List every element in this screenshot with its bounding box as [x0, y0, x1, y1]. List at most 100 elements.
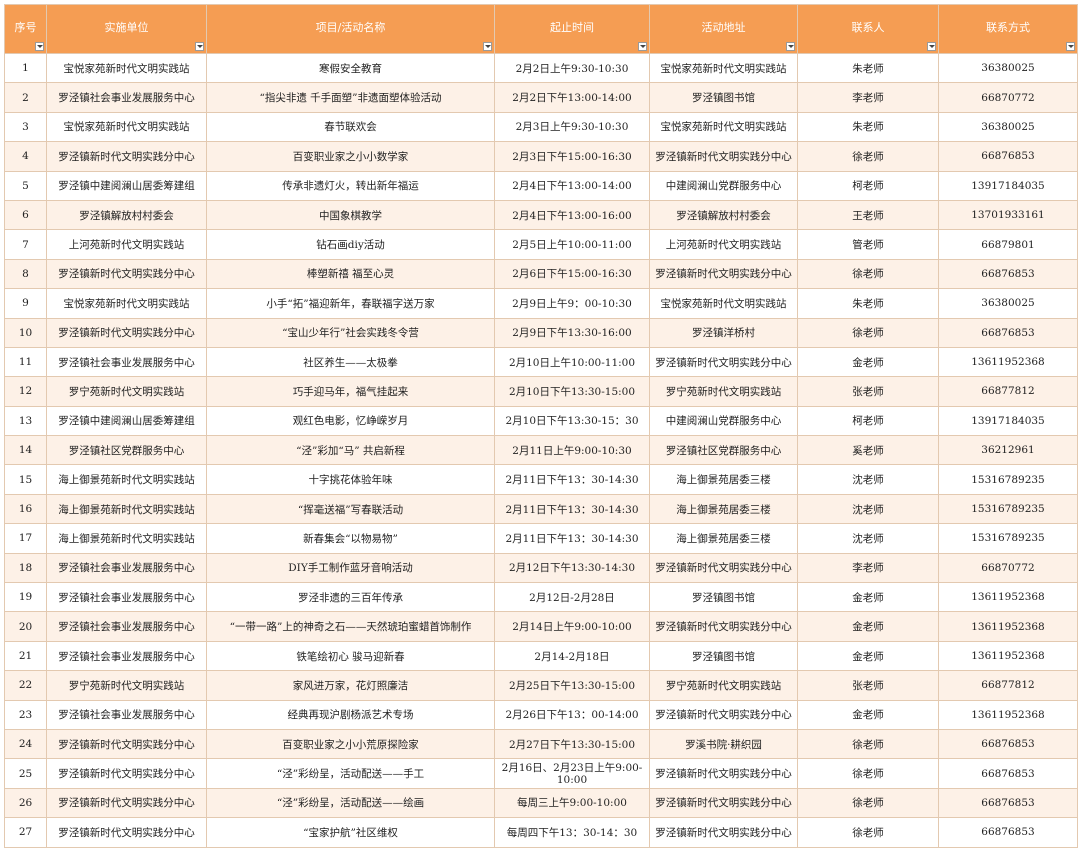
time-cell[interactable]: 2月4日下午13:00-14:00 — [494, 170, 650, 201]
index-cell[interactable]: 5 — [4, 170, 47, 201]
contact-info-cell[interactable]: 13611952368 — [938, 582, 1078, 613]
contact-person-cell[interactable]: 金老师 — [797, 699, 939, 730]
location-cell[interactable]: 罗泾镇洋桥村 — [649, 317, 798, 348]
location-cell[interactable]: 罗泾镇新时代文明实践分中心 — [649, 552, 798, 584]
contact-person-cell[interactable]: 李老师 — [797, 552, 939, 584]
filter-dropdown-icon[interactable] — [35, 42, 44, 51]
activity-cell[interactable]: DIY手工制作蓝牙音响活动 — [206, 552, 495, 584]
contact-info-cell[interactable]: 15316789235 — [938, 523, 1078, 554]
organizer-cell[interactable]: 罗泾镇社会事业发展服务中心 — [46, 611, 207, 642]
organizer-cell[interactable]: 罗泾镇解放村村委会 — [46, 199, 207, 231]
location-cell[interactable]: 罗泾镇新时代文明实践分中心 — [649, 141, 798, 172]
contact-info-cell[interactable]: 66876853 — [938, 141, 1078, 172]
time-cell[interactable]: 2月12日下午13:30-14:30 — [494, 552, 650, 584]
location-cell[interactable]: 罗泾镇新时代文明实践分中心 — [649, 258, 798, 290]
index-cell[interactable]: 24 — [4, 728, 47, 760]
index-cell[interactable]: 3 — [4, 111, 47, 143]
index-cell[interactable]: 7 — [4, 229, 47, 260]
contact-person-cell[interactable]: 管老师 — [797, 229, 939, 260]
time-cell[interactable]: 2月11日下午13：30-14:30 — [494, 464, 650, 495]
activity-cell[interactable]: 罗泾非遗的三百年传承 — [206, 582, 495, 613]
index-cell[interactable]: 1 — [4, 52, 47, 84]
activity-cell[interactable]: “泾”彩纷呈，活动配送——绘画 — [206, 787, 495, 819]
time-cell[interactable]: 2月3日下午15:00-16:30 — [494, 141, 650, 172]
organizer-cell[interactable]: 罗宁苑新时代文明实践站 — [46, 376, 207, 407]
location-cell[interactable]: 罗泾镇新时代文明实践分中心 — [649, 611, 798, 642]
index-cell[interactable]: 23 — [4, 699, 47, 730]
time-cell[interactable]: 2月6日下午15:00-16:30 — [494, 258, 650, 290]
organizer-cell[interactable]: 罗泾镇社会事业发展服务中心 — [46, 640, 207, 672]
location-cell[interactable]: 宝悦家苑新时代文明实践站 — [649, 111, 798, 143]
index-cell[interactable]: 25 — [4, 758, 47, 789]
activity-cell[interactable]: “宝家护航”社区维权 — [206, 817, 495, 848]
activity-cell[interactable]: 经典再现沪剧杨派艺术专场 — [206, 699, 495, 730]
organizer-cell[interactable]: 海上御景苑新时代文明实践站 — [46, 464, 207, 495]
contact-person-cell[interactable]: 朱老师 — [797, 52, 939, 84]
contact-person-cell[interactable]: 沈老师 — [797, 523, 939, 554]
index-cell[interactable]: 13 — [4, 405, 47, 437]
activity-cell[interactable]: “一带一路”上的神奇之石——天然琥珀蜜蜡首饰制作 — [206, 611, 495, 642]
contact-info-cell[interactable]: 66876853 — [938, 258, 1078, 290]
location-cell[interactable]: 罗溪书院·耕织园 — [649, 728, 798, 760]
organizer-cell[interactable]: 罗泾镇新时代文明实践分中心 — [46, 317, 207, 348]
activity-cell[interactable]: 十字挑花体验年味 — [206, 464, 495, 495]
organizer-cell[interactable]: 罗泾镇新时代文明实践分中心 — [46, 728, 207, 760]
organizer-cell[interactable]: 罗泾镇社会事业发展服务中心 — [46, 699, 207, 730]
index-cell[interactable]: 20 — [4, 611, 47, 642]
contact-info-cell[interactable]: 66870772 — [938, 82, 1078, 113]
time-cell[interactable]: 2月16日、2月23日上午9:00-10:00 — [494, 758, 650, 789]
contact-info-cell[interactable]: 66876853 — [938, 817, 1078, 848]
contact-person-cell[interactable]: 朱老师 — [797, 288, 939, 319]
location-cell[interactable]: 罗宁苑新时代文明实践站 — [649, 376, 798, 407]
organizer-cell[interactable]: 罗泾镇社区党群服务中心 — [46, 435, 207, 466]
index-cell[interactable]: 10 — [4, 317, 47, 348]
contact-person-cell[interactable]: 金老师 — [797, 346, 939, 378]
time-cell[interactable]: 2月11日上午9:00-10:30 — [494, 435, 650, 466]
time-cell[interactable]: 2月4日下午13:00-16:00 — [494, 199, 650, 231]
contact-info-cell[interactable]: 15316789235 — [938, 493, 1078, 525]
filter-dropdown-icon[interactable] — [195, 42, 204, 51]
activity-cell[interactable]: “泾”彩加“马” 共启新程 — [206, 435, 495, 466]
activity-cell[interactable]: 百变职业家之小小荒原探险家 — [206, 728, 495, 760]
filter-dropdown-icon[interactable] — [927, 42, 936, 51]
contact-person-cell[interactable]: 李老师 — [797, 82, 939, 113]
organizer-cell[interactable]: 海上御景苑新时代文明实践站 — [46, 493, 207, 525]
organizer-cell[interactable]: 宝悦家苑新时代文明实践站 — [46, 288, 207, 319]
contact-info-cell[interactable]: 66877812 — [938, 670, 1078, 701]
organizer-cell[interactable]: 罗泾镇中建阅澜山居委筹建组 — [46, 405, 207, 437]
time-cell[interactable]: 2月14日上午9:00-10:00 — [494, 611, 650, 642]
location-cell[interactable]: 上河苑新时代文明实践站 — [649, 229, 798, 260]
index-cell[interactable]: 15 — [4, 464, 47, 495]
index-cell[interactable]: 26 — [4, 787, 47, 819]
filter-dropdown-icon[interactable] — [483, 42, 492, 51]
contact-person-cell[interactable]: 张老师 — [797, 376, 939, 407]
organizer-cell[interactable]: 上河苑新时代文明实践站 — [46, 229, 207, 260]
contact-info-cell[interactable]: 36380025 — [938, 111, 1078, 143]
contact-person-cell[interactable]: 徐老师 — [797, 141, 939, 172]
location-cell[interactable]: 海上御景苑居委三楼 — [649, 523, 798, 554]
contact-person-cell[interactable]: 徐老师 — [797, 258, 939, 290]
contact-info-cell[interactable]: 66876853 — [938, 787, 1078, 819]
contact-info-cell[interactable]: 13611952368 — [938, 640, 1078, 672]
organizer-cell[interactable]: 罗泾镇社会事业发展服务中心 — [46, 346, 207, 378]
contact-info-cell[interactable]: 13917184035 — [938, 170, 1078, 201]
contact-person-cell[interactable]: 柯老师 — [797, 405, 939, 437]
contact-person-cell[interactable]: 徐老师 — [797, 817, 939, 848]
location-cell[interactable]: 海上御景苑居委三楼 — [649, 464, 798, 495]
index-cell[interactable]: 14 — [4, 435, 47, 466]
organizer-cell[interactable]: 罗泾镇中建阅澜山居委筹建组 — [46, 170, 207, 201]
organizer-cell[interactable]: 罗泾镇社会事业发展服务中心 — [46, 582, 207, 613]
activity-cell[interactable]: 小手“拓”福迎新年，春联福字送万家 — [206, 288, 495, 319]
filter-dropdown-icon[interactable] — [638, 42, 647, 51]
time-cell[interactable]: 每周三上午9:00-10:00 — [494, 787, 650, 819]
activity-cell[interactable]: 巧手迎马年，福气挂起来 — [206, 376, 495, 407]
contact-person-cell[interactable]: 奚老师 — [797, 435, 939, 466]
time-cell[interactable]: 2月9日下午13:30-16:00 — [494, 317, 650, 348]
contact-info-cell[interactable]: 13701933161 — [938, 199, 1078, 231]
contact-info-cell[interactable]: 66876853 — [938, 317, 1078, 348]
contact-info-cell[interactable]: 66870772 — [938, 552, 1078, 584]
contact-person-cell[interactable]: 柯老师 — [797, 170, 939, 201]
index-cell[interactable]: 9 — [4, 288, 47, 319]
location-cell[interactable]: 罗泾镇社区党群服务中心 — [649, 435, 798, 466]
time-cell[interactable]: 2月10日上午10:00-11:00 — [494, 346, 650, 378]
